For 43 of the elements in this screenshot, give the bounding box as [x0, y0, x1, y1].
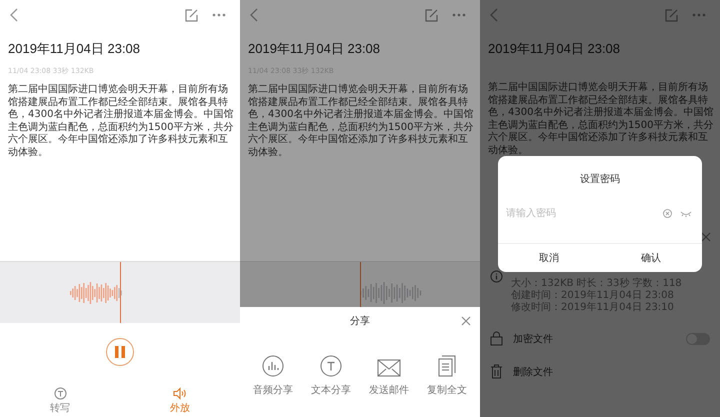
trash-icon — [490, 364, 503, 379]
sheet-row-label[interactable]: 删除文件 — [513, 364, 553, 378]
text-circle-icon — [54, 387, 66, 400]
back-icon[interactable] — [490, 8, 498, 22]
bar-chart-icon — [262, 355, 284, 377]
more-icon[interactable] — [452, 13, 466, 17]
bottom-bar-tab[interactable]: 外放 — [120, 387, 240, 415]
note-title: 2019年11月04日 23:08 — [487, 40, 622, 58]
bottom-bar-tab[interactable]: 转写 — [0, 387, 120, 415]
clear-icon[interactable] — [663, 209, 672, 218]
close-icon[interactable] — [701, 232, 711, 242]
more-icon[interactable] — [692, 13, 706, 17]
dialog-button[interactable]: 确认 — [600, 244, 702, 272]
waveform-drawing — [360, 282, 422, 304]
pause-icon — [115, 346, 125, 358]
dialog-title: 设置密码 — [579, 172, 621, 186]
speaker-icon — [173, 387, 187, 400]
edit-icon[interactable] — [665, 8, 678, 22]
note-title: 2019年11月04日 23:08 — [7, 40, 142, 58]
note-body: 第二届中国国际进口博览会明天开幕，目前所有场馆搭建展品布置工作都已经全部结束。展馆各具特色，4300名中外记者注册报道本届金博会。中国馆主色调为蓝白配色，总面积约为1500平方米，共分六个展区。今年中国馆还添加了许多科技元素和互动体验。 — [247, 84, 474, 160]
sheet-row-label[interactable]: 加密文件 — [513, 332, 553, 346]
dialog-button[interactable]: 取消 — [498, 244, 600, 272]
edit-icon[interactable] — [185, 8, 198, 22]
sheet-title: 分享 — [350, 314, 370, 328]
back-icon[interactable] — [250, 8, 258, 22]
eye-closed-icon[interactable] — [680, 210, 692, 216]
back-icon[interactable] — [10, 8, 18, 22]
lock-icon — [490, 331, 503, 346]
note-body: 第二届中国国际进口博览会明天开幕，目前所有场馆搭建展品布置工作都已经全部结束。展馆各具特色，4300名中外记者注册报道本届金博会。中国馆主色调为蓝白配色，总面积约为1500平方米，共分六个展区。今年中国馆还添加了许多科技元素和互动体验。 — [487, 82, 714, 158]
document-icon — [438, 355, 456, 377]
share-option[interactable]: 音频分享 — [253, 349, 293, 397]
share-option[interactable]: 文本分享 — [311, 349, 351, 397]
more-icon[interactable] — [212, 13, 226, 17]
note-body: 第二届中国国际进口博览会明天开幕，目前所有场馆搭建展品布置工作都已经全部结束。展馆各具特色，4300名中外记者注册报道本届金博会。中国馆主色调为蓝白配色，总面积约为1500平方米，共分六个展区。今年中国馆还添加了许多科技元素和互动体验。 — [7, 84, 234, 160]
text-circle-icon — [320, 355, 342, 377]
edit-icon[interactable] — [425, 8, 438, 22]
note-title: 2019年11月04日 23:08 — [247, 40, 382, 58]
share-option[interactable]: 发送邮件 — [369, 349, 409, 397]
pause-button[interactable] — [106, 338, 134, 366]
info-icon — [490, 270, 503, 283]
envelope-icon — [377, 359, 401, 377]
share-option[interactable]: 复制全文 — [427, 349, 467, 397]
waveform-drawing — [70, 282, 122, 304]
